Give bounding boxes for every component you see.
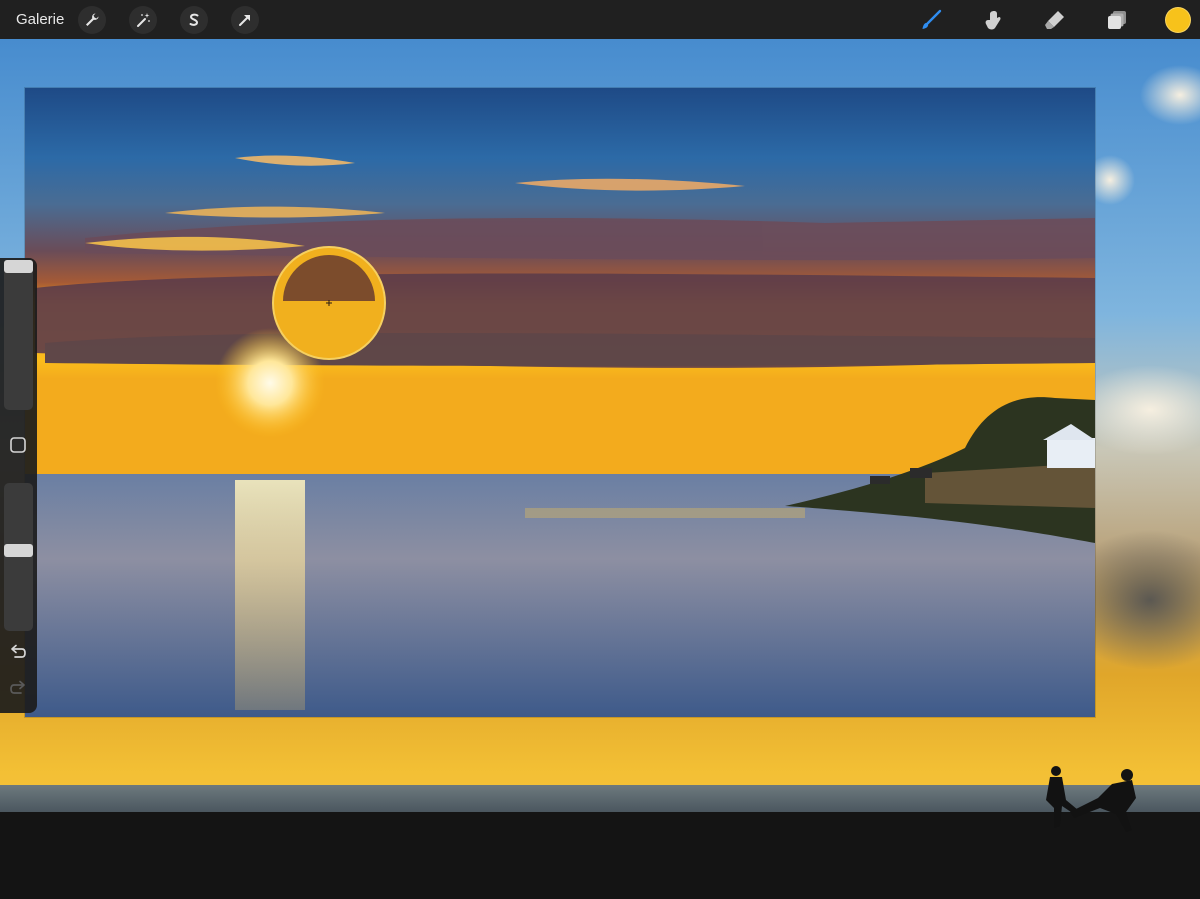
gallery-button[interactable]: Galerie [16, 11, 64, 28]
smudge-icon [985, 10, 1001, 29]
wrench-icon [86, 13, 99, 26]
modify-square-icon[interactable] [9, 436, 27, 454]
magic-wand-icon [137, 12, 151, 27]
selection-s-icon [189, 13, 199, 26]
layers-button[interactable] [1103, 6, 1131, 34]
smudge-tool-button[interactable] [979, 6, 1007, 34]
layers-icon [1108, 10, 1126, 29]
top-toolbar: Galerie [0, 0, 1200, 39]
actions-button[interactable] [78, 5, 107, 34]
color-picker-button[interactable] [1165, 6, 1191, 33]
transform-arrow-icon [239, 14, 251, 26]
eyedropper-loupe[interactable] [269, 243, 389, 363]
canvas-photo[interactable] [25, 88, 1095, 717]
brush-icon [922, 9, 942, 29]
brush-tool-button[interactable] [917, 6, 945, 34]
selection-button[interactable] [180, 5, 209, 34]
redo-icon[interactable] [8, 679, 28, 699]
opacity-slider[interactable] [4, 483, 33, 631]
brush-size-slider-thumb[interactable] [4, 260, 33, 273]
eraser-icon [1045, 10, 1064, 29]
undo-icon[interactable] [8, 643, 28, 663]
adjustments-button[interactable] [129, 5, 158, 34]
tool-group [883, 0, 1200, 39]
opacity-slider-thumb[interactable] [4, 544, 33, 557]
brush-size-slider[interactable] [4, 260, 33, 410]
transform-button[interactable] [231, 5, 260, 34]
left-sidebar [0, 258, 37, 713]
eraser-tool-button[interactable] [1041, 6, 1069, 34]
